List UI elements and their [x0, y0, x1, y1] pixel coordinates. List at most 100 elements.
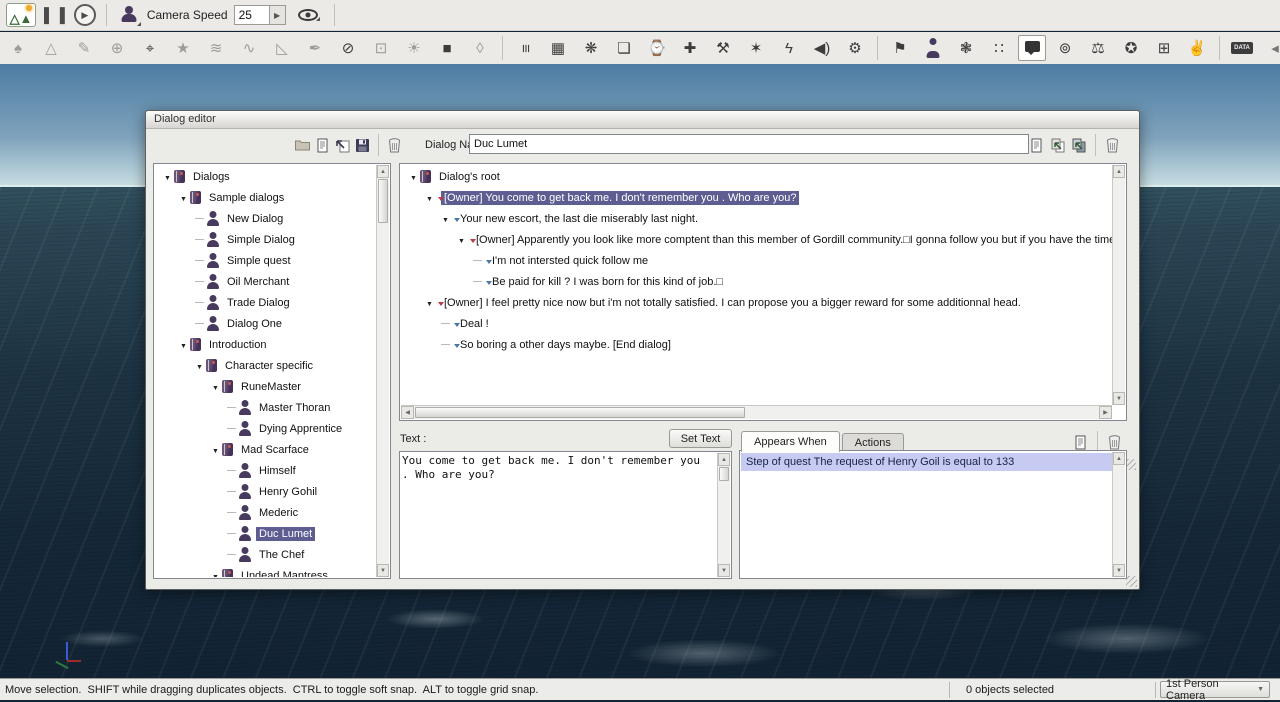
tree-item[interactable]: Oil Merchant	[155, 271, 376, 292]
expand-arrow-icon[interactable]	[439, 339, 452, 351]
scroll-down-icon[interactable]: ▼	[718, 564, 730, 577]
scrollbar-thumb[interactable]	[719, 467, 729, 481]
sound-editor[interactable]: ◀)	[808, 35, 836, 61]
left-tree-scrollbar[interactable]: ▲ ▼	[376, 165, 389, 577]
terrain-raise-tool[interactable]: △	[37, 35, 65, 61]
road-tool[interactable]: ∿	[235, 35, 263, 61]
expand-arrow-icon[interactable]	[193, 234, 206, 246]
calendar-editor[interactable]: ⊞	[1150, 35, 1178, 61]
player-character-button[interactable]	[121, 6, 137, 24]
expand-arrow-icon[interactable]	[209, 570, 222, 578]
expand-arrow-icon[interactable]	[225, 528, 238, 540]
dialog-node[interactable]: Deal !	[401, 313, 1112, 334]
dialog-node[interactable]: [Owner] I feel pretty nice now but i'm n…	[401, 292, 1112, 313]
set-text-button[interactable]: Set Text	[669, 429, 732, 448]
table-editor[interactable]: ▦	[544, 35, 572, 61]
crafting-editor[interactable]: ⚖	[1084, 35, 1112, 61]
expand-arrow-icon[interactable]	[407, 171, 420, 183]
animation-editor[interactable]: ϟ	[775, 35, 803, 61]
tree-item[interactable]: Mad Scarface	[155, 439, 376, 460]
lighting-tool[interactable]: ☀	[400, 35, 428, 61]
vegetation-tool[interactable]: ✒	[301, 35, 329, 61]
expand-arrow-icon[interactable]	[225, 549, 238, 561]
scrollbar-thumb[interactable]	[378, 179, 388, 223]
visibility-eye-button[interactable]	[298, 9, 318, 21]
dialog-node[interactable]: [Owner] Apparently you look like more co…	[401, 229, 1112, 250]
weapon-editor[interactable]: ⚒	[709, 35, 737, 61]
new-condition-icon[interactable]	[1072, 434, 1089, 451]
expand-arrow-icon[interactable]	[455, 234, 468, 246]
camera-speed-value[interactable]: 25	[235, 8, 269, 22]
tree-item[interactable]: Dialogs	[155, 166, 376, 187]
window-titlebar[interactable]: Dialog editor	[146, 111, 1139, 129]
dialog-text-input[interactable]: You come to get back me. I don't remembe…	[402, 454, 716, 576]
tree-item[interactable]: Dialog One	[155, 313, 376, 334]
tree-item[interactable]: Simple Dialog	[155, 229, 376, 250]
expand-arrow-icon[interactable]	[209, 381, 222, 393]
conditions-scrollbar[interactable]: ▲ ▼	[1112, 452, 1125, 577]
scroll-down-icon[interactable]: ▼	[1113, 392, 1125, 405]
tree-item[interactable]: Dying Apprentice	[155, 418, 376, 439]
plant-trees-tool[interactable]: ♠	[4, 35, 32, 61]
mixer-editor[interactable]: ≡	[511, 35, 539, 61]
delete-node-trash-icon[interactable]	[1104, 137, 1121, 154]
scene-view-button[interactable]: △▲	[6, 3, 36, 27]
window-resize-grip[interactable]	[1126, 576, 1137, 587]
nodes-v-scrollbar[interactable]: ▲ ▼	[1112, 165, 1125, 405]
open-folder-icon[interactable]	[294, 137, 311, 154]
compass-tool[interactable]: ⊘	[334, 35, 362, 61]
expand-arrow-icon[interactable]	[225, 465, 238, 477]
prop-placement-tool[interactable]: ⌖	[136, 35, 164, 61]
tree-item[interactable]: Master Thoran	[155, 397, 376, 418]
scroll-up-icon[interactable]: ▲	[718, 453, 730, 466]
dialog-node[interactable]: Your new escort, the last die miserably …	[401, 208, 1112, 229]
expand-arrow-icon[interactable]	[193, 318, 206, 330]
scroll-down-icon[interactable]: ▼	[377, 564, 389, 577]
new-document-icon[interactable]	[314, 137, 331, 154]
expand-arrow-icon[interactable]	[177, 192, 190, 204]
clothing-editor[interactable]: ✚	[676, 35, 704, 61]
dialog-node[interactable]: I'm not intersted quick follow me	[401, 250, 1112, 271]
tree-item[interactable]: Duc Lumet	[155, 523, 376, 544]
save-icon[interactable]	[354, 137, 371, 154]
tree-item[interactable]: Introduction	[155, 334, 376, 355]
duplicate-node-icon[interactable]	[1070, 137, 1087, 154]
timer-editor[interactable]: ⌚	[643, 35, 671, 61]
expand-arrow-icon[interactable]	[161, 171, 174, 183]
delete-dialog-trash-icon[interactable]	[386, 137, 403, 154]
import-dialog-icon[interactable]	[334, 137, 351, 154]
expand-arrow-icon[interactable]	[423, 297, 436, 309]
paint-tool[interactable]: ✎	[70, 35, 98, 61]
delete-condition-trash-icon[interactable]	[1106, 434, 1123, 451]
tree-item[interactable]: Sample dialogs	[155, 187, 376, 208]
camera-mode-select[interactable]: 1st Person Camera ▼	[1160, 681, 1270, 698]
tree-item[interactable]: RuneMaster	[155, 376, 376, 397]
play-button[interactable]: ▶	[74, 4, 96, 26]
world-tool[interactable]: ⊕	[103, 35, 131, 61]
achievement-editor[interactable]: ✪	[1117, 35, 1145, 61]
dialog-node[interactable]: Dialog's root	[401, 166, 1112, 187]
tree-item[interactable]: Himself	[155, 460, 376, 481]
expand-arrow-icon[interactable]	[193, 276, 206, 288]
dialog-node[interactable]: Be paid for kill ? I was born for this k…	[401, 271, 1112, 292]
scroll-up-icon[interactable]: ▲	[1113, 452, 1125, 465]
text-scrollbar[interactable]: ▲ ▼	[717, 453, 730, 577]
expand-arrow-icon[interactable]	[225, 402, 238, 414]
settings-editor[interactable]: ⚙	[841, 35, 869, 61]
scroll-up-icon[interactable]: ▲	[1113, 165, 1125, 178]
camera-speed-spinner[interactable]: 25 ▶	[234, 5, 286, 25]
character-editor[interactable]	[919, 35, 947, 61]
expand-arrow-icon[interactable]	[439, 318, 452, 330]
effects-editor[interactable]: ✶	[742, 35, 770, 61]
expand-arrow-icon[interactable]	[423, 192, 436, 204]
data-editor[interactable]: DATA	[1228, 35, 1256, 61]
tree-item[interactable]: Trade Dialog	[155, 292, 376, 313]
node-graph-editor[interactable]: ∷	[985, 35, 1013, 61]
expand-arrow-icon[interactable]	[209, 444, 222, 456]
selection-region-tool[interactable]: ⊡	[367, 35, 395, 61]
waypoint-editor[interactable]: ⚑	[886, 35, 914, 61]
expand-arrow-icon[interactable]	[193, 213, 206, 225]
condition-row[interactable]: Step of quest The request of Henry Goil …	[741, 453, 1112, 471]
river-tool[interactable]: ≋	[202, 35, 230, 61]
scroll-right-icon[interactable]: ▶	[1099, 406, 1112, 419]
